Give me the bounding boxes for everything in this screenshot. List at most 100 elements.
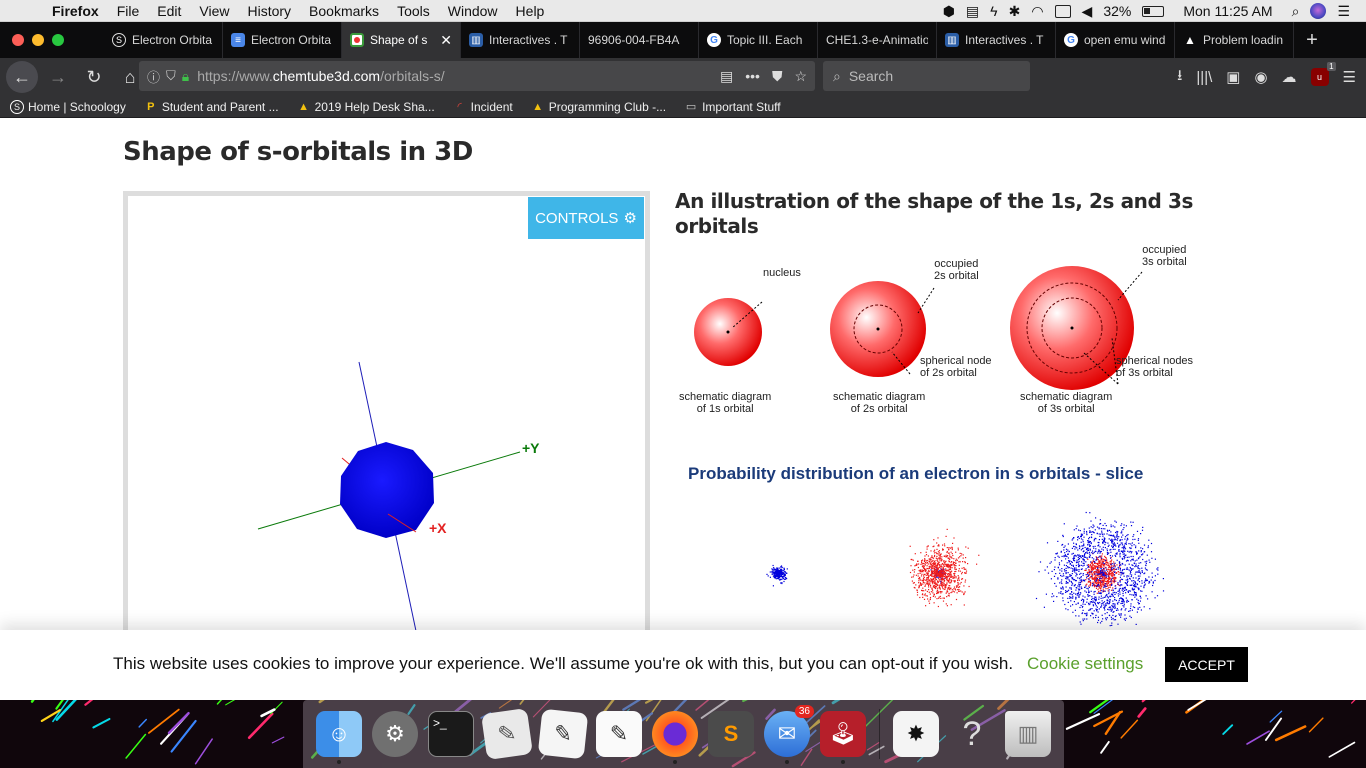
page-actions-icon[interactable]: ••• — [745, 68, 760, 84]
close-window-button[interactable] — [12, 34, 24, 46]
openemu-icon[interactable]: 🕹︎ — [820, 711, 866, 764]
probability-dot — [968, 585, 970, 588]
back-button[interactable]: ← — [6, 61, 38, 93]
tab-electron-orbitals-1[interactable]: S Electron Orbita — [104, 22, 223, 58]
reader-view-icon[interactable]: ▤ — [720, 68, 733, 85]
search-input[interactable]: ⌕ Search — [823, 61, 1030, 91]
trash-icon[interactable]: ▥ — [1005, 711, 1051, 757]
probability-dot — [938, 596, 940, 598]
account-icon[interactable]: ◉ — [1254, 68, 1267, 86]
script-editor-icon[interactable]: ✎ — [481, 708, 533, 760]
sidebar-icon[interactable]: ▣ — [1226, 68, 1240, 86]
bookmark-programming-club[interactable]: ▲ Programming Club -... — [531, 100, 666, 114]
bookmark-student-parent[interactable]: P Student and Parent ... — [144, 100, 278, 114]
menu-bookmarks[interactable]: Bookmarks — [309, 3, 379, 19]
tab-che13[interactable]: CHE1.3-e-Animatio — [818, 22, 937, 58]
accept-cookies-button[interactable]: ACCEPT — [1165, 647, 1248, 682]
system-preferences-icon[interactable]: ⚙ — [372, 711, 418, 757]
probability-dot — [1113, 565, 1115, 567]
probability-dot — [1111, 535, 1113, 537]
bookmark-incident[interactable]: ◜ Incident — [453, 100, 513, 114]
bluetooth-icon[interactable]: ✱ — [1009, 3, 1021, 20]
zoom-window-button[interactable] — [52, 34, 64, 46]
clock[interactable]: Mon 11:25 AM — [1183, 3, 1272, 19]
probability-dot — [936, 569, 938, 571]
info-icon[interactable]: ⓘ — [147, 67, 160, 86]
mail-icon[interactable]: ✉ 36 — [764, 705, 814, 764]
textedit2-icon[interactable]: ✎ — [596, 711, 642, 757]
help-icon[interactable]: ? — [949, 711, 995, 757]
forward-button[interactable]: → — [42, 61, 74, 93]
probability-dot — [926, 583, 928, 585]
tab-open-emu[interactable]: G open emu wind — [1056, 22, 1175, 58]
menu-edit[interactable]: Edit — [157, 3, 181, 19]
probability-dot — [1066, 578, 1068, 580]
minimize-window-button[interactable] — [32, 34, 44, 46]
3d-orbital-viewer[interactable]: +Y +X CONTROLS ⚙ — [123, 191, 650, 651]
cookie-settings-link[interactable]: Cookie settings — [1027, 654, 1143, 674]
drive-status-icon[interactable]: ▤ — [966, 3, 979, 20]
tab-problem-loading[interactable]: ▲ Problem loadin — [1175, 22, 1294, 58]
lock-icon[interactable]: 🔒︎ — [182, 68, 189, 85]
probability-dot — [1119, 587, 1121, 590]
sublime-text-icon[interactable]: S — [708, 711, 754, 757]
menu-view[interactable]: View — [199, 3, 229, 19]
finder-icon[interactable]: ☺ — [316, 711, 362, 764]
tab-interactives-1[interactable]: ▥ Interactives . T — [461, 22, 580, 58]
bookmark-star-icon[interactable]: ☆ — [794, 68, 807, 85]
menu-file[interactable]: File — [117, 3, 140, 19]
downloads-icon[interactable]: ⭳ — [1177, 65, 1182, 90]
airplay-icon[interactable] — [1054, 4, 1071, 18]
pocket-icon[interactable]: ⛊ — [772, 68, 783, 85]
probability-dot — [1094, 578, 1096, 580]
probability-dot — [953, 580, 955, 582]
firefox-icon[interactable] — [652, 711, 698, 764]
tab-topic-iii[interactable]: G Topic III. Each — [699, 22, 818, 58]
menu-tools[interactable]: Tools — [397, 3, 430, 19]
tracking-protection-icon[interactable]: ⛉ — [166, 68, 176, 84]
probability-dot — [1063, 568, 1066, 571]
terminal-icon[interactable]: >_ — [428, 711, 474, 757]
tab-shape-of-s[interactable]: Shape of s ✕ — [342, 22, 461, 58]
menu-window[interactable]: Window — [448, 3, 498, 19]
probability-dot — [1082, 620, 1084, 622]
ublock-icon[interactable]: u1 — [1310, 62, 1336, 86]
probability-dot — [951, 557, 953, 559]
url-bar[interactable]: ⓘ ⛉ 🔒︎ https://www. chemtube3d.com/orbita… — [139, 61, 815, 91]
wifi-icon[interactable]: ◠ — [1031, 3, 1043, 20]
bookmark-home-schoology[interactable]: S Home | Schoology — [10, 99, 126, 114]
close-tab-icon[interactable]: ✕ — [440, 32, 452, 49]
volume-icon[interactable]: ◀ — [1082, 3, 1093, 20]
probability-dot — [772, 564, 774, 567]
menu-help[interactable]: Help — [516, 3, 545, 19]
power-icon[interactable]: ϟ — [990, 3, 997, 19]
new-tab-button[interactable]: + — [1294, 29, 1330, 52]
siri-icon[interactable] — [1310, 3, 1327, 19]
wallpaper-streak — [1246, 730, 1270, 745]
menu-history[interactable]: History — [247, 3, 291, 19]
probability-dot — [777, 575, 780, 577]
probability-dot — [1062, 543, 1064, 546]
cube-icon[interactable]: ⬢ — [943, 3, 955, 20]
menu-app-name[interactable]: Firefox — [52, 3, 99, 19]
probability-dot — [781, 578, 783, 580]
extension-icon[interactable]: ☁ — [1282, 68, 1297, 86]
battery-percent[interactable]: 32% — [1103, 3, 1131, 19]
library-icon[interactable]: |||\ — [1196, 69, 1212, 86]
probability-dot — [1120, 574, 1122, 576]
textedit-icon[interactable]: ✎ — [537, 708, 589, 760]
probability-dot — [933, 555, 936, 558]
orbital-3d-canvas[interactable]: +Y +X — [128, 196, 645, 646]
tab-interactives-2[interactable]: ▥ Interactives . T — [937, 22, 1056, 58]
menu-icon[interactable]: ☰ — [1343, 68, 1356, 86]
controls-button[interactable]: CONTROLS ⚙ — [528, 197, 644, 239]
notification-center-icon[interactable]: ☰ — [1337, 3, 1350, 20]
spotlight-icon[interactable]: ⌕ — [1292, 3, 1300, 20]
battery-icon[interactable] — [1142, 5, 1165, 17]
preview-icon[interactable]: ✸ — [893, 711, 939, 757]
bookmark-help-desk[interactable]: ▲ 2019 Help Desk Sha... — [297, 100, 435, 114]
tab-electron-orbitals-2[interactable]: ≡ Electron Orbita — [223, 22, 342, 58]
bookmark-important-stuff[interactable]: ▭ Important Stuff — [684, 100, 781, 114]
tab-96906[interactable]: 96906-004-FB4A — [580, 22, 699, 58]
reload-button[interactable]: ↻ — [78, 61, 110, 93]
